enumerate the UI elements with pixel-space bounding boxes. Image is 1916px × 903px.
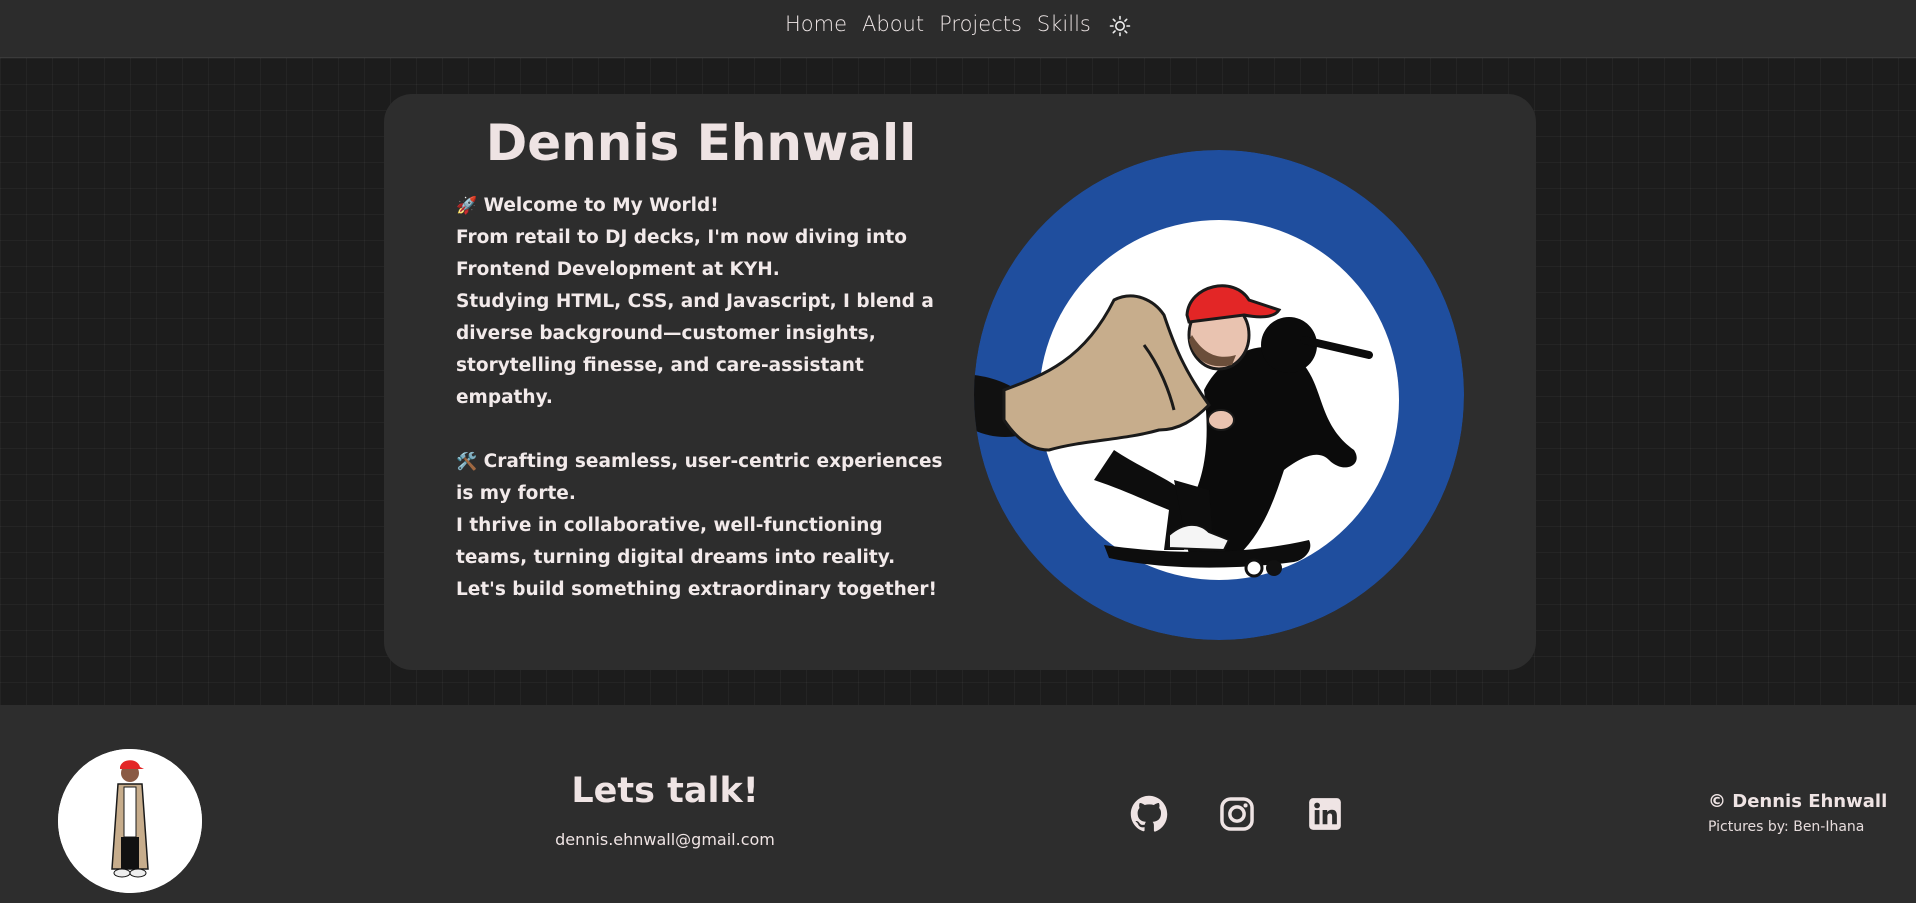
social-links [1130,795,1344,833]
about-card: Dennis Ehnwall 🚀 Welcome to My World! Fr… [384,94,1536,670]
github-icon[interactable] [1130,795,1168,833]
page-title: Dennis Ehnwall [485,114,917,172]
avatar [58,749,202,893]
tools-icon: 🛠️ [456,452,478,472]
intro-paragraph-3: I thrive in collaborative, well-function… [456,515,937,600]
welcome-text: Welcome to My World! [483,195,719,216]
craft-line: 🛠️ Crafting seamless, user-centric exper… [456,446,946,510]
intro-paragraph-2: Studying HTML, CSS, and Javascript, I bl… [456,291,934,408]
linkedin-icon[interactable] [1306,795,1344,833]
instagram-icon[interactable] [1218,795,1256,833]
sun-icon[interactable] [1108,14,1132,38]
nav-skills-link[interactable]: Skills [1037,12,1091,36]
picture-credits: Pictures by: Ben-Ihana [1708,819,1865,835]
welcome-line: 🚀 Welcome to My World! [456,190,946,222]
hero-image [974,150,1464,640]
email-link[interactable]: dennis.ehnwall@gmail.com [520,830,810,849]
avatar-illustration [58,749,202,893]
copyright-text: © Dennis Ehnwall [1708,791,1888,812]
nav-links: Home About Projects Skills [785,12,1091,36]
nav-projects-link[interactable]: Projects [939,12,1022,36]
contact-heading: Lets talk! [571,771,759,811]
craft-text: Crafting seamless, user-centric experien… [456,451,943,504]
rocket-icon: 🚀 [456,196,478,216]
footer: Lets talk! dennis.ehnwall@gmail.com © De… [0,705,1916,903]
top-navbar: Home About Projects Skills [0,0,1916,58]
skateboarder-illustration [974,150,1464,640]
intro-paragraph-1: From retail to DJ decks, I'm now diving … [456,227,907,280]
intro-text: 🚀 Welcome to My World! From retail to DJ… [456,190,946,606]
nav-about-link[interactable]: About [862,12,924,36]
nav-home-link[interactable]: Home [785,12,847,36]
